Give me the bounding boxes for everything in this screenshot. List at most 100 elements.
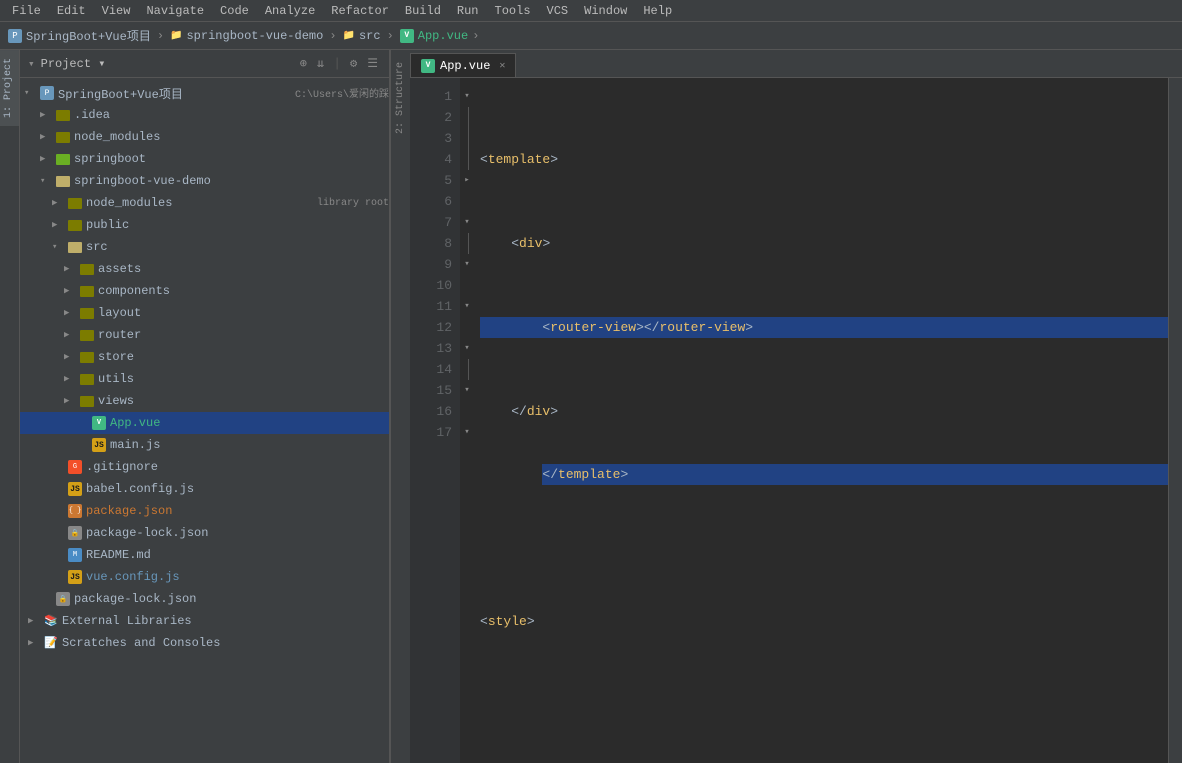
router-label: router	[98, 328, 389, 342]
tree-gitignore[interactable]: ▶ G .gitignore	[20, 456, 389, 478]
fold-btn-15[interactable]: ▾	[460, 380, 474, 401]
menu-file[interactable]: File	[4, 4, 49, 18]
breadcrumb-file[interactable]: App.vue	[418, 29, 468, 43]
main-area: 1: Project ▾ Project ▾ ⊕ ⇊ | ⚙ ☰ ▾ P Spr	[0, 50, 1182, 763]
tab-close-button[interactable]: ✕	[499, 60, 505, 72]
editor-tab-app-vue[interactable]: V App.vue ✕	[410, 53, 516, 77]
tree-idea[interactable]: ▶ .idea	[20, 104, 389, 126]
tree-router[interactable]: ▶ router	[20, 324, 389, 346]
tree-readme[interactable]: ▶ M README.md	[20, 544, 389, 566]
breadcrumb-folder1[interactable]: springboot-vue-demo	[186, 29, 323, 43]
library-badge: library root	[317, 198, 389, 209]
tree-store[interactable]: ▶ store	[20, 346, 389, 368]
app-vue-icon: V	[91, 416, 107, 430]
tree-public[interactable]: ▶ public	[20, 214, 389, 236]
menu-edit[interactable]: Edit	[49, 4, 94, 18]
tree-utils[interactable]: ▶ utils	[20, 368, 389, 390]
tree-views[interactable]: ▶ views	[20, 390, 389, 412]
components-label: components	[98, 284, 389, 298]
tree-babel[interactable]: ▶ JS babel.config.js	[20, 478, 389, 500]
settings-icon[interactable]: ⚙	[347, 54, 360, 73]
fold-line-14	[468, 359, 469, 380]
line-num-11: 11	[410, 296, 452, 317]
breadcrumb-folder2[interactable]: src	[359, 29, 381, 43]
main-js-icon: JS	[91, 438, 107, 452]
menu-navigate[interactable]: Navigate	[138, 4, 212, 18]
root-arrow: ▾	[24, 88, 36, 98]
tree-package-lock2[interactable]: ▶ 🔒 package-lock.json	[20, 588, 389, 610]
vtab-project[interactable]: 1: Project	[0, 50, 19, 126]
code-editor[interactable]: <template> <div> <router-view></router-v…	[476, 78, 1168, 763]
file-tree: ▾ P SpringBoot+Vue项目 C:\Users\爱闲的踩 ▶ .id…	[20, 78, 389, 763]
fold-line-3	[468, 128, 469, 149]
menu-analyze[interactable]: Analyze	[257, 4, 323, 18]
fold-btn-5[interactable]: ▸	[460, 170, 474, 191]
fold-btn-13[interactable]: ▾	[460, 338, 474, 359]
project-icon: P	[8, 29, 22, 43]
code-line-6	[480, 527, 1168, 548]
menu-refactor[interactable]: Refactor	[323, 4, 397, 18]
tree-assets[interactable]: ▶ assets	[20, 258, 389, 280]
menu-code[interactable]: Code	[212, 4, 257, 18]
tree-node-modules[interactable]: ▶ node_modules	[20, 126, 389, 148]
tree-springboot[interactable]: ▶ springboot	[20, 148, 389, 170]
fold-btn-17[interactable]: ▾	[460, 422, 474, 443]
fold-btn-9[interactable]: ▾	[460, 254, 474, 275]
svd-icon	[55, 174, 71, 188]
vue-icon-breadcrumb: V	[400, 29, 414, 43]
tree-components[interactable]: ▶ components	[20, 280, 389, 302]
menu-build[interactable]: Build	[397, 4, 449, 18]
project-toolbar: ⊕ ⇊ | ⚙ ☰	[297, 54, 381, 73]
pkglock2-icon: 🔒	[55, 592, 71, 606]
menu-tools[interactable]: Tools	[487, 4, 539, 18]
router-arrow: ▶	[64, 330, 76, 340]
tree-node-modules-inner[interactable]: ▶ node_modules library root	[20, 192, 389, 214]
structure-tab[interactable]: 2: Structure	[392, 50, 409, 146]
locate-icon[interactable]: ⊕	[297, 54, 310, 73]
breadcrumb-project-label: SpringBoot+Vue项目	[26, 27, 151, 44]
views-arrow: ▶	[64, 396, 76, 406]
tree-package-lock[interactable]: ▶ 🔒 package-lock.json	[20, 522, 389, 544]
tree-main-js[interactable]: ▶ JS main.js	[20, 434, 389, 456]
tree-root[interactable]: ▾ P SpringBoot+Vue项目 C:\Users\爱闲的踩	[20, 82, 389, 104]
node-modules-arrow: ▶	[40, 132, 52, 142]
springboot-arrow: ▶	[40, 154, 52, 164]
tree-springboot-vue-demo[interactable]: ▾ springboot-vue-demo	[20, 170, 389, 192]
pkglock-icon: 🔒	[67, 526, 83, 540]
panel-options-icon[interactable]: ☰	[364, 54, 381, 73]
pkg-icon: { }	[67, 504, 83, 518]
menu-help[interactable]: Help	[635, 4, 680, 18]
breadcrumb-project[interactable]: SpringBoot+Vue项目	[26, 27, 151, 44]
tree-external-libs[interactable]: ▶ 📚 External Libraries	[20, 610, 389, 632]
menu-view[interactable]: View	[94, 4, 139, 18]
ext-label: External Libraries	[62, 614, 389, 628]
nmi-icon	[67, 196, 83, 210]
line-num-4: 4	[410, 149, 452, 170]
fold-btn-11[interactable]: ▾	[460, 296, 474, 317]
fold-btn-1[interactable]: ▾	[460, 86, 474, 107]
tree-layout[interactable]: ▶ layout	[20, 302, 389, 324]
tab-label: App.vue	[440, 59, 490, 73]
tree-vue-config[interactable]: ▶ JS vue.config.js	[20, 566, 389, 588]
project-panel-title: Project ▾	[41, 56, 291, 71]
menu-window[interactable]: Window	[576, 4, 635, 18]
editor-area: V App.vue ✕ 1 2 3 4 5 6 7 8 9 10 11 12 1…	[410, 50, 1182, 763]
ext-arrow: ▶	[28, 616, 40, 626]
idea-label: .idea	[74, 108, 389, 122]
tree-src[interactable]: ▾ src	[20, 236, 389, 258]
menu-run[interactable]: Run	[449, 4, 487, 18]
utils-label: utils	[98, 372, 389, 386]
menu-vcs[interactable]: VCS	[539, 4, 577, 18]
tree-app-vue[interactable]: ▶ V App.vue	[20, 412, 389, 434]
tree-scratches[interactable]: ▶ 📝 Scratches and Consoles	[20, 632, 389, 654]
views-label: views	[98, 394, 389, 408]
root-icon: P	[39, 86, 55, 100]
src-arrow: ▾	[52, 242, 64, 252]
fold-btn-7[interactable]: ▾	[460, 212, 474, 233]
tree-package-json[interactable]: ▶ { } package.json	[20, 500, 389, 522]
collapse-icon[interactable]: ⇊	[314, 54, 327, 73]
root-label: SpringBoot+Vue项目	[58, 85, 288, 102]
tab-vue-icon: V	[421, 59, 435, 73]
layout-label: layout	[98, 306, 389, 320]
vueconfig-label: vue.config.js	[86, 570, 389, 584]
